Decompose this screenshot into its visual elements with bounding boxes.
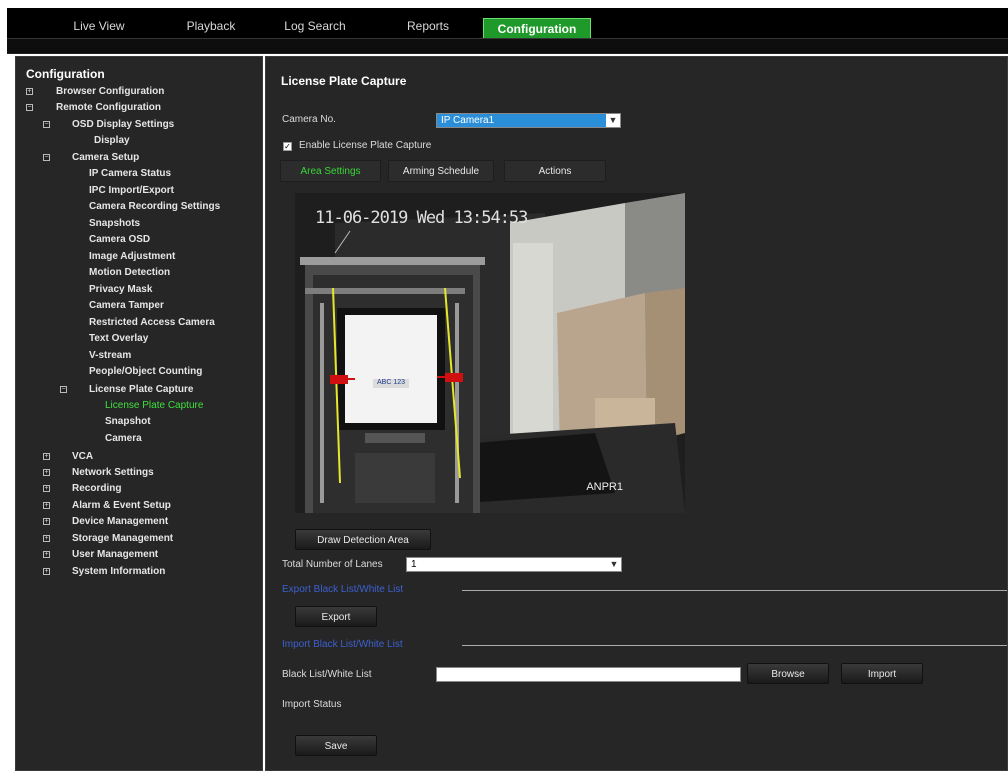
tree-ip-camera-status[interactable]: IP Camera Status (89, 166, 171, 181)
tree-license-plate-capture-group[interactable]: License Plate Capture (89, 382, 193, 397)
tree-remote-configuration[interactable]: Remote Configuration (56, 100, 161, 115)
tab-live-view[interactable]: Live View (59, 17, 139, 35)
draw-detection-area-button[interactable]: Draw Detection Area (295, 529, 431, 550)
tab-log-search[interactable]: Log Search (275, 17, 355, 35)
expand-icon[interactable]: + (43, 502, 50, 509)
top-nav-bar: Live View Playback Log Search Reports Co… (7, 8, 1008, 40)
tab-arming-schedule[interactable]: Arming Schedule (388, 160, 494, 182)
black-white-list-label: Black List/White List (282, 669, 372, 680)
tree-camera-tamper[interactable]: Camera Tamper (89, 298, 164, 313)
collapse-icon[interactable]: − (26, 104, 33, 111)
camera-scene (295, 193, 685, 513)
tree-title: Configuration (26, 67, 105, 81)
lanes-select[interactable]: 1 ▼ (406, 557, 622, 572)
enable-license-plate-label: Enable License Plate Capture (299, 140, 432, 151)
tree-camera-setup[interactable]: Camera Setup (72, 150, 139, 165)
tree-v-stream[interactable]: V-stream (89, 348, 131, 363)
collapse-icon[interactable]: − (60, 386, 67, 393)
tree-vca[interactable]: VCA (72, 449, 93, 464)
export-button[interactable]: Export (295, 606, 377, 627)
tree-device-management[interactable]: Device Management (72, 514, 168, 529)
tree-license-plate-capture[interactable]: License Plate Capture (105, 398, 203, 413)
camera-no-label: Camera No. (282, 114, 336, 125)
tree-osd-display-settings[interactable]: OSD Display Settings (72, 117, 174, 132)
export-section-link[interactable]: Export Black List/White List (282, 584, 403, 595)
config-tree-panel: Configuration + − − − − + + + + + + + + … (15, 56, 263, 771)
camera-preview[interactable]: 11-06-2019 Wed 13:54:53 ABC 123 ANPR1 (295, 193, 685, 513)
tree-camera-recording-settings[interactable]: Camera Recording Settings (89, 199, 220, 214)
tree-people-object-counting[interactable]: People/Object Counting (89, 364, 202, 379)
camera-osd-timestamp: 11-06-2019 Wed 13:54:53 (315, 208, 528, 228)
expand-icon[interactable]: + (43, 469, 50, 476)
tree-motion-detection[interactable]: Motion Detection (89, 265, 170, 280)
import-status-label: Import Status (282, 699, 342, 710)
tree-display[interactable]: Display (94, 133, 130, 148)
tree-privacy-mask[interactable]: Privacy Mask (89, 282, 152, 297)
enable-license-plate-checkbox[interactable]: ✓ (283, 142, 292, 151)
camera-no-value: IP Camera1 (441, 115, 495, 126)
divider (462, 645, 1007, 646)
tree-camera[interactable]: Camera (105, 431, 142, 446)
expand-icon[interactable]: + (43, 453, 50, 460)
tree-system-information[interactable]: System Information (72, 564, 165, 579)
browse-button[interactable]: Browse (747, 663, 829, 684)
tab-configuration[interactable]: Configuration (483, 18, 591, 40)
camera-osd-name: ANPR1 (586, 481, 623, 493)
tree-restricted-access-camera[interactable]: Restricted Access Camera (89, 315, 215, 330)
save-button[interactable]: Save (295, 735, 377, 756)
page-title: License Plate Capture (281, 74, 407, 88)
divider (462, 590, 1007, 591)
lanes-value: 1 (411, 559, 417, 570)
expand-icon[interactable]: + (43, 551, 50, 558)
tree-user-management[interactable]: User Management (72, 547, 158, 562)
tree-image-adjustment[interactable]: Image Adjustment (89, 249, 175, 264)
expand-icon[interactable]: + (43, 518, 50, 525)
tree-snapshot[interactable]: Snapshot (105, 414, 151, 429)
tab-reports[interactable]: Reports (393, 17, 463, 35)
tree-ipc-import-export[interactable]: IPC Import/Export (89, 183, 174, 198)
expand-icon[interactable]: + (43, 568, 50, 575)
lanes-label: Total Number of Lanes (282, 559, 383, 570)
tree-camera-osd[interactable]: Camera OSD (89, 232, 150, 247)
tree-browser-configuration[interactable]: Browser Configuration (56, 84, 164, 99)
chevron-down-icon: ▼ (607, 558, 621, 571)
collapse-icon[interactable]: − (43, 154, 50, 161)
tab-playback[interactable]: Playback (175, 17, 247, 35)
tree-recording[interactable]: Recording (72, 481, 121, 496)
black-white-list-field[interactable] (436, 667, 741, 682)
tree-text-overlay[interactable]: Text Overlay (89, 331, 148, 346)
import-button[interactable]: Import (841, 663, 923, 684)
tree-alarm-event-setup[interactable]: Alarm & Event Setup (72, 498, 171, 513)
tab-actions[interactable]: Actions (504, 160, 606, 182)
expand-icon[interactable]: + (26, 88, 33, 95)
chevron-down-icon: ▼ (606, 114, 620, 127)
plate-text: ABC 123 (376, 379, 406, 386)
camera-no-select[interactable]: IP Camera1 ▼ (436, 113, 621, 128)
tree-network-settings[interactable]: Network Settings (72, 465, 154, 480)
tree-snapshots[interactable]: Snapshots (89, 216, 140, 231)
expand-icon[interactable]: + (43, 535, 50, 542)
tab-area-settings[interactable]: Area Settings (280, 160, 381, 182)
import-section-link[interactable]: Import Black List/White List (282, 639, 403, 650)
sub-toolbar (7, 38, 1008, 54)
expand-icon[interactable]: + (43, 485, 50, 492)
collapse-icon[interactable]: − (43, 121, 50, 128)
tree-storage-management[interactable]: Storage Management (72, 531, 173, 546)
